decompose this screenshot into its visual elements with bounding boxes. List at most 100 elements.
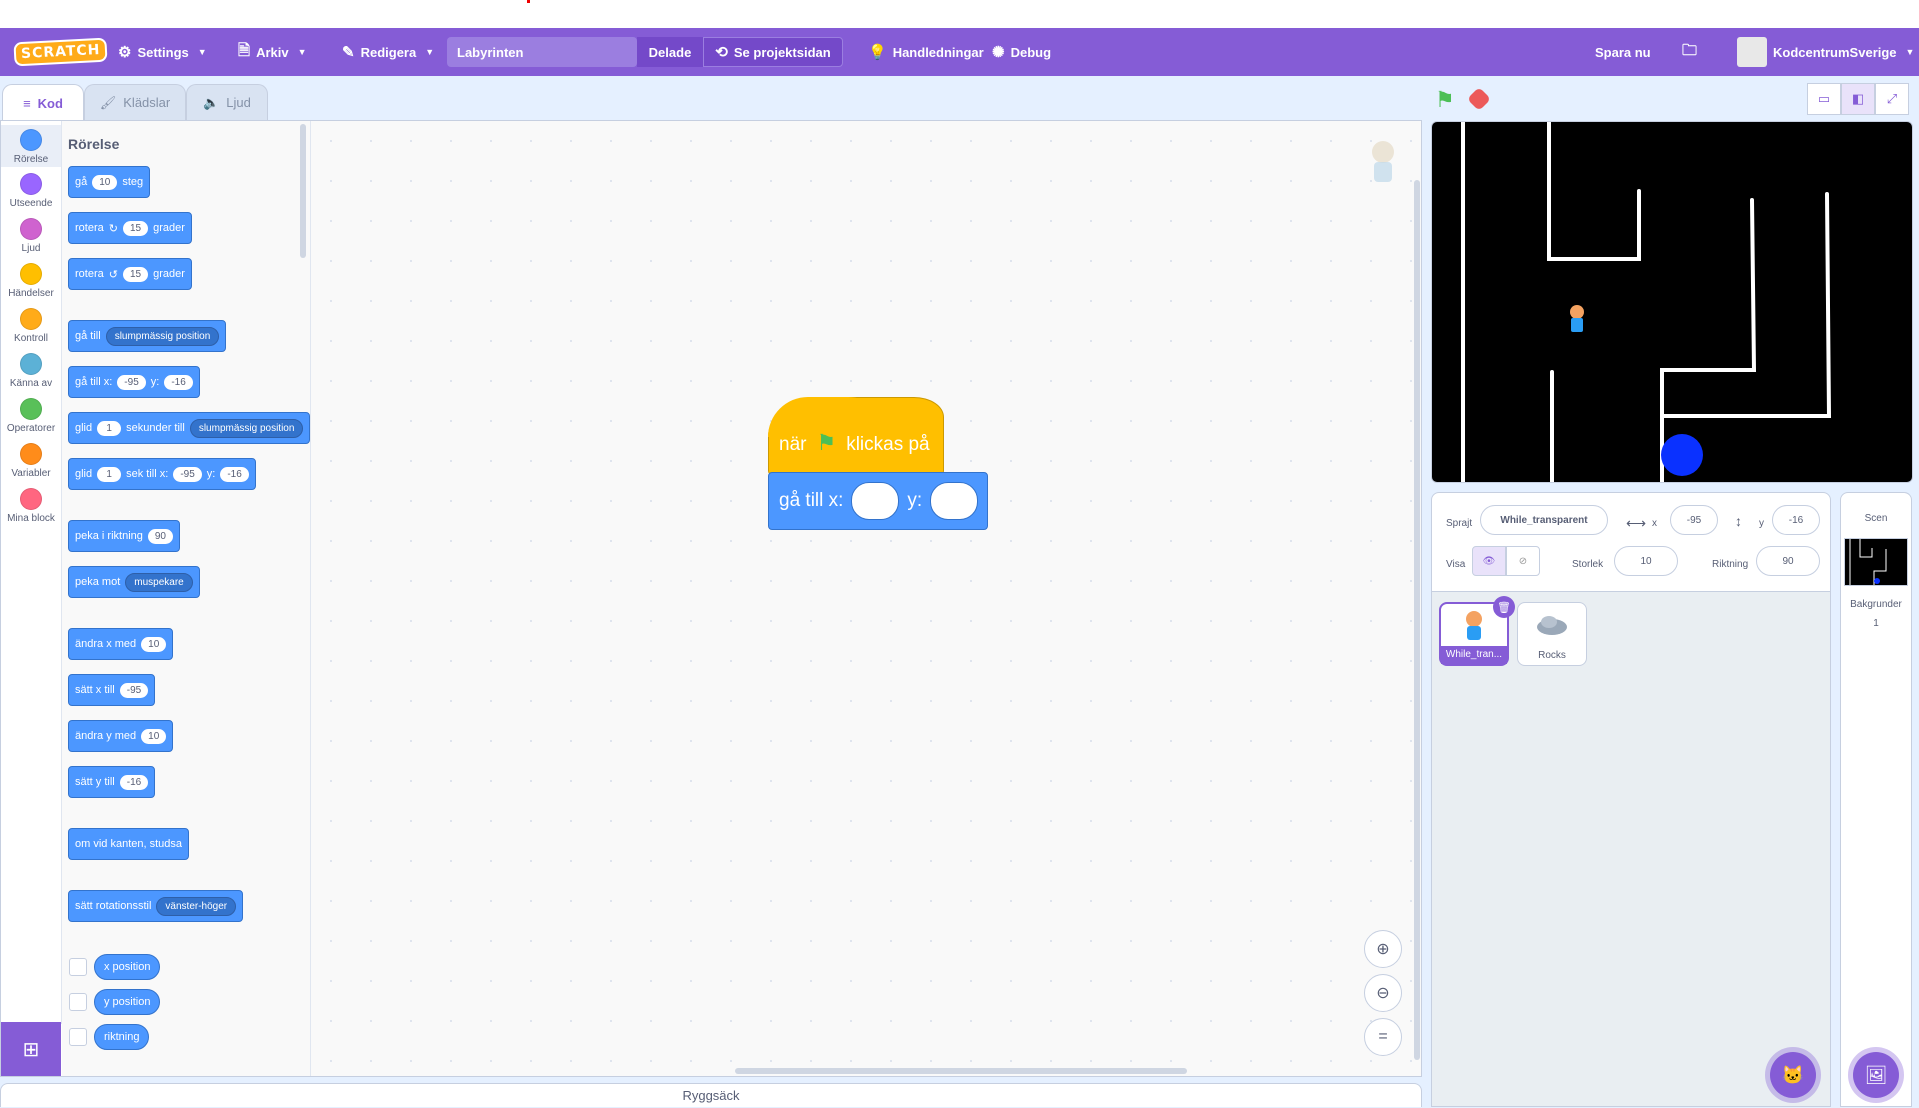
stage[interactable] bbox=[1431, 121, 1913, 483]
settings-menu[interactable]: ⚙ Settings ▼ bbox=[118, 28, 207, 76]
see-project-page-button[interactable]: ⟲ Se projektsidan bbox=[703, 37, 843, 67]
shared-button[interactable]: Delade bbox=[637, 37, 703, 67]
block-input[interactable]: -95 bbox=[173, 466, 202, 482]
category-sound[interactable]: Ljud bbox=[1, 218, 61, 254]
edit-menu[interactable]: ✎ Redigera ▼ bbox=[342, 28, 434, 76]
project-title-input[interactable]: Labyrinten bbox=[447, 37, 637, 67]
tutorials-button[interactable]: 💡 Handledningar bbox=[868, 28, 984, 76]
block-dropdown[interactable]: slumpmässig position bbox=[189, 418, 304, 438]
category-motion[interactable]: Rörelse bbox=[1, 125, 61, 167]
tab-sounds[interactable]: 🔈 Ljud bbox=[186, 84, 268, 120]
debug-button[interactable]: ✺ Debug bbox=[992, 28, 1051, 76]
sprite-thumbnail bbox=[1466, 611, 1482, 640]
block-change-x[interactable]: ändra x med 10 bbox=[68, 628, 174, 660]
checkbox-x-position[interactable] bbox=[69, 958, 87, 976]
size-input[interactable]: 10 bbox=[1614, 546, 1678, 576]
add-extension-button[interactable]: ⊞ bbox=[1, 1022, 61, 1076]
block-turn-right[interactable]: rotera ↻ 15 grader bbox=[68, 212, 192, 244]
green-flag-button[interactable]: ⚑ bbox=[1435, 87, 1455, 113]
backpack-bar[interactable]: Ryggsäck bbox=[0, 1083, 1422, 1107]
block-input[interactable]: -16 bbox=[220, 466, 249, 482]
sprite-name-input[interactable]: While_transparent bbox=[1480, 505, 1608, 535]
block-point-towards[interactable]: peka mot muspekare bbox=[68, 566, 200, 598]
y-input-slot[interactable] bbox=[930, 482, 979, 520]
zoom-reset-button[interactable]: = bbox=[1364, 1018, 1402, 1056]
hide-button[interactable]: ⊘ bbox=[1506, 546, 1540, 576]
block-goto-xy[interactable]: gå till x: -95 y: -16 bbox=[68, 366, 200, 398]
block-glide-xy[interactable]: glid 1 sek till x: -95 y: -16 bbox=[68, 458, 256, 490]
block-turn-left[interactable]: rotera ↺ 15 grader bbox=[68, 258, 192, 290]
workspace-vertical-scrollbar[interactable] bbox=[1414, 180, 1420, 1060]
show-button[interactable]: 👁 bbox=[1472, 546, 1506, 576]
when-flag-clicked-block[interactable]: när ⚑ klickas på bbox=[768, 397, 944, 475]
checkbox-y-position[interactable] bbox=[69, 993, 87, 1011]
fullscreen-icon: ⤢ bbox=[1886, 91, 1898, 106]
category-my-blocks[interactable]: Mina block bbox=[1, 488, 61, 524]
block-input[interactable]: -16 bbox=[164, 374, 193, 390]
small-stage-button[interactable]: ▭ bbox=[1807, 83, 1841, 115]
my-stuff-button[interactable]: 🗀 bbox=[1682, 28, 1697, 76]
category-operators[interactable]: Operatorer bbox=[1, 398, 61, 434]
zoom-out-button[interactable]: ⊖ bbox=[1364, 974, 1402, 1012]
category-sensing[interactable]: Känna av bbox=[1, 353, 61, 389]
account-menu[interactable]: KodcentrumSverige ▼ bbox=[1737, 28, 1914, 76]
sprite-tile-rocks[interactable]: Rocks bbox=[1517, 602, 1587, 666]
reporter-x-position[interactable]: x position bbox=[94, 954, 161, 980]
block-move-steps[interactable]: gå 10 steg bbox=[68, 166, 151, 198]
goto-xy-block[interactable]: gå till x: y: bbox=[768, 472, 988, 530]
x-input[interactable]: -95 bbox=[1670, 505, 1718, 535]
block-change-y[interactable]: ändra y med 10 bbox=[68, 720, 174, 752]
normal-stage-button[interactable]: ◧ bbox=[1841, 83, 1875, 115]
block-input[interactable]: 90 bbox=[147, 528, 173, 544]
palette-scrollbar[interactable] bbox=[300, 124, 306, 258]
block-set-y[interactable]: sätt y till -16 bbox=[68, 766, 156, 798]
reporter-y-position[interactable]: y position bbox=[94, 989, 161, 1015]
checkbox-direction[interactable] bbox=[69, 1028, 87, 1046]
choose-backdrop-button[interactable]: 🖼 bbox=[1853, 1052, 1899, 1098]
save-now-button[interactable]: Spara nu bbox=[1595, 28, 1651, 76]
block-input[interactable]: 1 bbox=[97, 420, 122, 436]
block-goto-random[interactable]: gå till slumpmässig position bbox=[68, 320, 227, 352]
category-variables[interactable]: Variabler bbox=[1, 443, 61, 479]
y-input[interactable]: -16 bbox=[1772, 505, 1820, 535]
category-control[interactable]: Kontroll bbox=[1, 308, 61, 344]
block-input[interactable]: 1 bbox=[97, 466, 122, 482]
file-menu[interactable]: 🗎 Arkiv ▼ bbox=[238, 28, 307, 76]
category-events[interactable]: Händelser bbox=[1, 263, 61, 299]
category-looks[interactable]: Utseende bbox=[1, 173, 61, 209]
direction-input[interactable]: 90 bbox=[1756, 546, 1820, 576]
fullscreen-button[interactable]: ⤢ bbox=[1875, 83, 1909, 115]
block-input[interactable]: 10 bbox=[141, 728, 167, 744]
zoom-in-button[interactable]: ⊕ bbox=[1364, 930, 1402, 968]
block-input[interactable]: -95 bbox=[119, 682, 149, 698]
stage-selector[interactable]: Scen Bakgrunder 1 bbox=[1840, 492, 1912, 1107]
block-point-direction[interactable]: peka i riktning 90 bbox=[68, 520, 180, 552]
block-dropdown[interactable]: slumpmässig position bbox=[105, 326, 220, 346]
block-rotation-style[interactable]: sätt rotationsstil vänster-höger bbox=[68, 890, 244, 922]
workspace-horizontal-scrollbar[interactable] bbox=[735, 1068, 1187, 1074]
zoom-out-icon: ⊖ bbox=[1376, 985, 1390, 1002]
block-input[interactable]: 10 bbox=[141, 636, 167, 652]
block-dropdown[interactable]: muspekare bbox=[125, 572, 193, 592]
reporter-direction[interactable]: riktning bbox=[94, 1024, 150, 1050]
folder-icon: 🗀 bbox=[1682, 41, 1698, 59]
tab-code[interactable]: ≡ Kod bbox=[2, 84, 84, 122]
delete-sprite-button[interactable]: 🗑 bbox=[1493, 596, 1515, 618]
scratch-logo[interactable]: SCRATCH bbox=[13, 28, 109, 76]
block-glide-random[interactable]: glid 1 sekunder till slumpmässig position bbox=[68, 412, 311, 444]
block-set-x[interactable]: sätt x till -95 bbox=[68, 674, 156, 706]
x-input-slot[interactable] bbox=[851, 482, 900, 520]
script-workspace[interactable] bbox=[311, 121, 1421, 1076]
stop-button[interactable] bbox=[1466, 86, 1492, 112]
block-input[interactable]: -95 bbox=[117, 374, 146, 390]
sprite-tile-while-transparent[interactable]: While_tran... 🗑 bbox=[1439, 596, 1515, 666]
block-input[interactable]: -16 bbox=[119, 774, 149, 790]
block-input[interactable]: 15 bbox=[122, 220, 149, 236]
choose-sprite-button[interactable]: 🐱 bbox=[1770, 1052, 1816, 1098]
tab-costumes[interactable]: 🖌 Klädslar bbox=[84, 84, 186, 120]
block-input[interactable]: 15 bbox=[122, 266, 149, 282]
trash-icon: 🗑 bbox=[1497, 601, 1511, 614]
block-bounce[interactable]: om vid kanten, studsa bbox=[68, 828, 190, 860]
block-dropdown[interactable]: vänster-höger bbox=[156, 896, 237, 916]
block-input[interactable]: 10 bbox=[92, 174, 118, 190]
